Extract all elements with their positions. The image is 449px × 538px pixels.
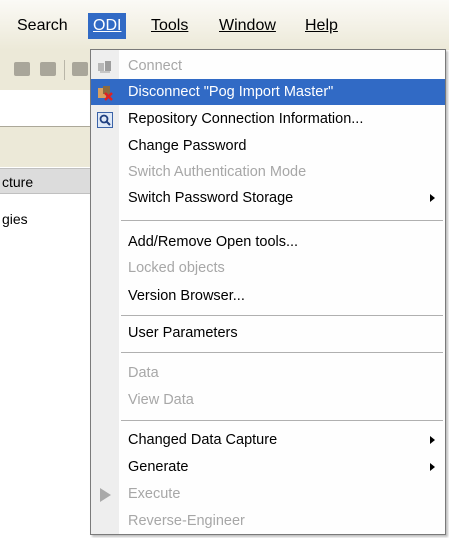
toolbar [0, 50, 92, 90]
panel-area [0, 90, 92, 127]
menu-item-generate[interactable]: Generate [91, 454, 445, 480]
submenu-arrow-icon [430, 194, 435, 202]
menu-separator [121, 420, 443, 421]
submenu-arrow-icon [430, 463, 435, 471]
menu-item-data[interactable]: Data [91, 360, 445, 386]
menu-item-add-remove-open-tools[interactable]: Add/Remove Open tools... [91, 229, 445, 255]
menu-item-repository-info[interactable]: Repository Connection Information... [91, 106, 445, 132]
tree-item[interactable]: cture [0, 168, 92, 194]
menu-odi[interactable]: ODI [88, 13, 127, 39]
execute-icon [97, 486, 113, 502]
toolbar-separator [64, 60, 65, 80]
toolbar-icon[interactable] [40, 62, 56, 76]
menu-item-change-password[interactable]: Change Password [91, 133, 445, 159]
menu-help[interactable]: Help [300, 13, 343, 39]
repository-info-icon [97, 111, 113, 128]
menu-item-version-browser[interactable]: Version Browser... [91, 283, 445, 309]
menu-separator [121, 352, 443, 353]
menu-item-disconnect[interactable]: Disconnect "Pog Import Master" [91, 79, 445, 105]
screen: Search ODI Tools Window Help cture gies … [0, 0, 449, 538]
menu-search[interactable]: Search [12, 13, 73, 39]
submenu-arrow-icon [430, 436, 435, 444]
menu-item-connect[interactable]: Connect [91, 53, 445, 79]
menu-tools[interactable]: Tools [146, 13, 193, 39]
menu-separator [121, 315, 443, 316]
panel-header [0, 127, 92, 167]
menu-item-execute[interactable]: Execute [91, 481, 445, 507]
menu-bar: Search ODI Tools Window Help [0, 0, 449, 50]
disconnect-icon [97, 84, 113, 101]
menu-item-changed-data-capture[interactable]: Changed Data Capture [91, 427, 445, 453]
toolbar-icon[interactable] [14, 62, 30, 76]
menu-item-view-data[interactable]: View Data [91, 387, 445, 413]
connect-icon [97, 58, 113, 74]
menu-item-switch-authentication-mode[interactable]: Switch Authentication Mode [91, 159, 445, 185]
menu-item-user-parameters[interactable]: User Parameters [91, 320, 445, 346]
menu-item-locked-objects[interactable]: Locked objects [91, 255, 445, 281]
tree-item[interactable]: gies [0, 206, 92, 232]
menu-window[interactable]: Window [214, 13, 281, 39]
menu-item-reverse-engineer[interactable]: Reverse-Engineer [91, 508, 445, 534]
odi-dropdown-menu: Connect Disconnect "Pog Import Master" R… [90, 49, 446, 535]
menu-separator [121, 220, 443, 221]
menu-item-switch-password-storage[interactable]: Switch Password Storage [91, 185, 445, 211]
toolbar-icon[interactable] [72, 62, 88, 76]
